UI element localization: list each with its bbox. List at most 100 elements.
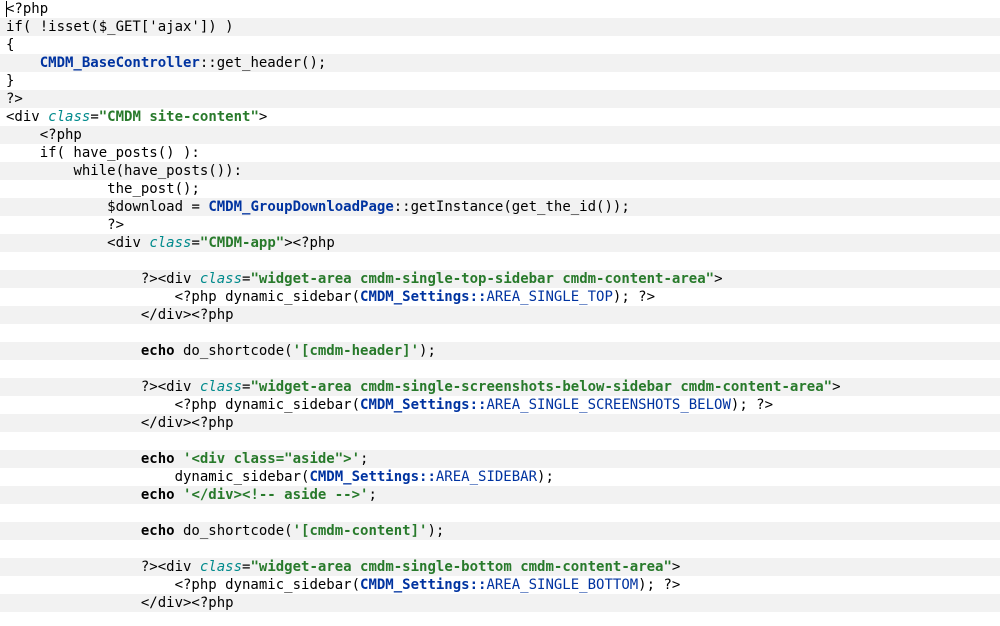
code-text: ?><div	[141, 559, 200, 575]
code-line: </div><?php	[0, 414, 1000, 432]
code-text: {	[6, 37, 14, 53]
code-text: >	[259, 109, 267, 125]
code-line	[0, 504, 1000, 522]
code-text: class	[200, 559, 242, 575]
code-text: ::	[470, 397, 487, 413]
code-text: ::	[200, 55, 217, 71]
code-line: <?php	[0, 126, 1000, 144]
code-text: </div><?php	[141, 307, 234, 323]
code-line: echo do_shortcode('[cmdm-content]');	[0, 522, 1000, 540]
code-text: ?><div	[141, 379, 200, 395]
code-text: >	[832, 379, 840, 395]
code-text: get_header();	[217, 55, 327, 71]
code-line: while(have_posts()):	[0, 162, 1000, 180]
code-line: ?><div class="widget-area cmdm-single-to…	[0, 270, 1000, 288]
code-text: ::	[394, 199, 411, 215]
code-text: CMDM_BaseController	[40, 55, 200, 71]
code-text: "CMDM-app"	[200, 235, 284, 251]
code-line: dynamic_sidebar(CMDM_Settings::AREA_SIDE…	[0, 468, 1000, 486]
code-line	[0, 324, 1000, 342]
code-line: the_post();	[0, 180, 1000, 198]
code-line: ?>	[0, 216, 1000, 234]
code-text: ?>	[6, 91, 23, 107]
code-text: </div><?php	[141, 595, 234, 611]
code-line: <?php dynamic_sidebar(CMDM_Settings::ARE…	[0, 396, 1000, 414]
code-text: CMDM_GroupDownloadPage	[208, 199, 393, 215]
code-text: ); ?>	[613, 289, 655, 305]
code-line: $download = CMDM_GroupDownloadPage::getI…	[0, 198, 1000, 216]
code-text: <?php dynamic_sidebar(	[175, 397, 360, 413]
code-text: $download =	[107, 199, 208, 215]
code-text: the_post();	[107, 181, 200, 197]
code-text: class	[48, 109, 90, 125]
code-text: ::	[419, 469, 436, 485]
code-line	[0, 540, 1000, 558]
code-line: </div><?php	[0, 594, 1000, 612]
code-text: class	[149, 235, 191, 251]
code-text: AREA_SIDEBAR	[436, 469, 537, 485]
code-text: );	[537, 469, 554, 485]
code-text: ::	[470, 577, 487, 593]
code-text: ><?php	[284, 235, 335, 251]
code-text: class	[200, 379, 242, 395]
code-text: AREA_SINGLE_TOP	[486, 289, 612, 305]
code-line: <div class="CMDM site-content">	[0, 108, 1000, 126]
code-line: <?php dynamic_sidebar(CMDM_Settings::ARE…	[0, 288, 1000, 306]
code-text: "widget-area cmdm-single-screenshots-bel…	[250, 379, 832, 395]
code-text: AREA_SINGLE_SCREENSHOTS_BELOW	[486, 397, 730, 413]
code-text: echo	[141, 451, 175, 467]
code-line: {	[0, 36, 1000, 54]
code-text: if( have_posts() ):	[40, 145, 200, 161]
code-text: CMDM_Settings	[309, 469, 419, 485]
code-text: <div	[6, 109, 48, 125]
code-line	[0, 252, 1000, 270]
code-line: echo '</div><!-- aside -->';	[0, 486, 1000, 504]
code-text: </div><?php	[141, 415, 234, 431]
code-text: <?php	[40, 127, 82, 143]
code-text: <?php dynamic_sidebar(	[175, 577, 360, 593]
code-text: echo	[141, 487, 175, 503]
code-line: CMDM_BaseController::get_header();	[0, 54, 1000, 72]
code-line	[0, 360, 1000, 378]
code-text: while(have_posts()):	[73, 163, 242, 179]
code-text: "CMDM site-content"	[99, 109, 259, 125]
code-line: if( have_posts() ):	[0, 144, 1000, 162]
code-line: ?>	[0, 90, 1000, 108]
code-text: AREA_SINGLE_BOTTOM	[486, 577, 638, 593]
code-text: ); ?>	[731, 397, 773, 413]
code-line: <?php	[0, 0, 1000, 18]
code-text: CMDM_Settings	[360, 577, 470, 593]
code-text: >	[714, 271, 722, 287]
code-text: ?><div	[141, 271, 200, 287]
code-line: <?php dynamic_sidebar(CMDM_Settings::ARE…	[0, 576, 1000, 594]
code-line: ?><div class="widget-area cmdm-single-sc…	[0, 378, 1000, 396]
code-text: if( !isset($_GET['ajax']) )	[6, 19, 234, 35]
code-text: ); ?>	[638, 577, 680, 593]
code-line: if( !isset($_GET['ajax']) )	[0, 18, 1000, 36]
code-line: echo '<div class="aside">';	[0, 450, 1000, 468]
code-text: echo	[141, 523, 175, 539]
code-line: ?><div class="widget-area cmdm-single-bo…	[0, 558, 1000, 576]
code-text: "widget-area cmdm-single-top-sidebar cmd…	[250, 271, 714, 287]
code-text: <?php dynamic_sidebar(	[175, 289, 360, 305]
code-text: "widget-area cmdm-single-bottom cmdm-con…	[250, 559, 671, 575]
code-text: CMDM_Settings	[360, 397, 470, 413]
code-line	[0, 432, 1000, 450]
code-line: }	[0, 72, 1000, 90]
code-line: <div class="CMDM-app"><?php	[0, 234, 1000, 252]
code-text: getInstance(get_the_id());	[411, 199, 630, 215]
code-text: }	[6, 73, 14, 89]
code-text: <?php	[6, 1, 48, 17]
code-text: =	[90, 109, 98, 125]
code-text: dynamic_sidebar(	[175, 469, 310, 485]
code-line: </div><?php	[0, 306, 1000, 324]
code-text: <div	[107, 235, 149, 251]
code-text: class	[200, 271, 242, 287]
code-editor[interactable]: <?php if( !isset($_GET['ajax']) ) { CMDM…	[0, 0, 1000, 612]
code-text: >	[672, 559, 680, 575]
code-text: ::	[470, 289, 487, 305]
code-text: echo	[141, 343, 175, 359]
code-line: echo do_shortcode('[cmdm-header]');	[0, 342, 1000, 360]
code-text: CMDM_Settings	[360, 289, 470, 305]
code-text: =	[191, 235, 199, 251]
